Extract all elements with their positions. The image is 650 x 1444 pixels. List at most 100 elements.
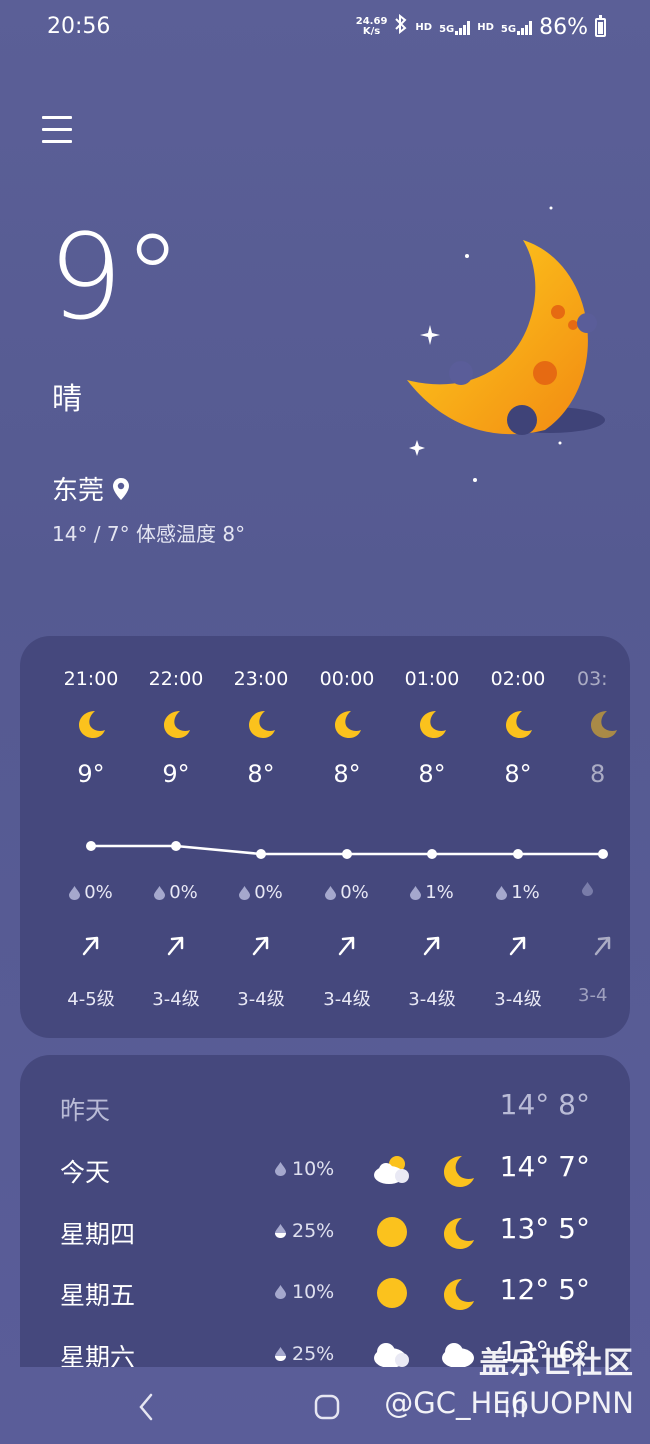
status-time: 20:56 (47, 14, 111, 39)
hourly-time: 23:00 (233, 668, 289, 690)
moon-illustration (407, 206, 605, 482)
sun-icon (377, 1278, 407, 1308)
moon-icon (335, 711, 361, 738)
menu-icon[interactable] (42, 116, 72, 146)
battery-icon (595, 14, 606, 37)
hourly-wind: 3-4级 (408, 989, 456, 1010)
hourly-time: 21:00 (63, 668, 119, 690)
raindrop-icon (496, 885, 508, 900)
hourly-precip (560, 882, 630, 896)
hourly-precip-value: 0% (254, 882, 283, 903)
city-name: 东莞 (52, 476, 105, 506)
hourly-precip: 1% (475, 882, 561, 903)
daily-temps: 14° 7° (499, 1150, 590, 1183)
sim2-signal-icon: 5G (500, 19, 533, 35)
daily-temps: 13° 5° (499, 1212, 590, 1245)
net-speed-unit: K/s (362, 26, 381, 37)
cloud-icon (442, 1343, 474, 1367)
temperature-trend-line (86, 841, 608, 859)
wind-direction-icon (594, 936, 611, 956)
cloud-icon (374, 1343, 409, 1367)
moon-icon (591, 711, 617, 738)
back-icon[interactable] (136, 1392, 156, 1422)
hourly-wind: 4-5级 (67, 989, 115, 1010)
hourly-precip-value: 1% (511, 882, 540, 903)
daily-row[interactable]: 星期四 25% 13° 5° (20, 1207, 630, 1257)
hourly-wind: 3-4 (578, 985, 608, 1006)
daily-temps: 14° 8° (499, 1088, 590, 1121)
sim1-signal-icon: 5G (439, 19, 471, 35)
daily-precip-value: 25% (292, 1343, 335, 1365)
hourly-precip: 0% (218, 882, 304, 903)
daily-row-yesterday[interactable]: 昨天 14° 8° (20, 1083, 630, 1133)
hourly-precip-value: 0% (169, 882, 198, 903)
home-icon[interactable] (314, 1394, 340, 1420)
daily-precip-value: 25% (292, 1220, 335, 1242)
daily-forecast-card[interactable]: 昨天 14° 8° 今天 10% 14° 7° 星期四 25% 13° 5° 星… (20, 1055, 630, 1367)
hd-label-1: HD (415, 21, 433, 33)
hourly-time: 22:00 (148, 668, 204, 690)
net-speed: 24.69 K/s (356, 17, 388, 37)
hourly-time: 01:00 (404, 668, 460, 690)
location-pin-icon (113, 477, 130, 500)
wind-direction-icon (82, 936, 99, 956)
current-condition: 晴 (52, 382, 82, 417)
moon-icon (444, 1279, 474, 1310)
hourly-wind: 3-4级 (237, 989, 285, 1010)
daily-row[interactable]: 星期五 10% 12° 5° (20, 1268, 630, 1318)
raindrop-icon (275, 1162, 286, 1176)
battery-percent: 86% (539, 14, 588, 40)
hourly-precip: 0% (304, 882, 390, 903)
hourly-time: 02:00 (490, 668, 546, 690)
daily-day: 昨天 (60, 1096, 111, 1125)
hourly-precip: 0% (133, 882, 219, 903)
hourly-wind: 3-4级 (494, 989, 542, 1010)
wind-direction-icon (338, 936, 355, 956)
daily-temps: 12° 5° (499, 1273, 590, 1306)
raindrop-icon (239, 885, 251, 900)
hourly-wind: 3-4级 (152, 989, 200, 1010)
raindrop-icon (69, 885, 81, 900)
hourly-forecast-card[interactable]: 21:00 9° 0% 4-5级 22:00 9° 0% 3-4级 23:00 … (20, 636, 630, 1038)
bluetooth-icon (394, 13, 408, 40)
raindrop-icon (325, 885, 337, 900)
hourly-time: 00:00 (319, 668, 375, 690)
daily-day: 星期六 (60, 1343, 136, 1367)
hourly-precip: 1% (389, 882, 475, 903)
hourly-wind: 3-4级 (323, 989, 371, 1010)
moon-icon (444, 1156, 474, 1187)
daily-precip-value: 10% (292, 1158, 335, 1180)
daily-day: 星期五 (60, 1281, 136, 1310)
daily-precip: 25% (275, 1343, 334, 1365)
wind-direction-icon (252, 936, 269, 956)
moon-icon (506, 711, 532, 738)
moon-icon (164, 711, 190, 738)
wind-direction-icon (423, 936, 440, 956)
raindrop-icon (154, 885, 166, 900)
hourly-time: 03: (577, 668, 608, 690)
moon-icon (79, 711, 105, 738)
daily-precip-value: 10% (292, 1281, 335, 1303)
daily-day: 星期四 (60, 1220, 136, 1249)
city-selector[interactable]: 东莞 (52, 470, 130, 507)
sim1-label: 5G (439, 24, 455, 35)
half-raindrop-icon (275, 1347, 286, 1361)
sun-icon (377, 1217, 407, 1247)
hourly-temp: 8 (590, 760, 606, 788)
raindrop-icon (275, 1285, 286, 1299)
raindrop-icon (410, 885, 422, 900)
watermark-username: @GC_HE6UOPNN (384, 1386, 634, 1420)
moon-icon (249, 711, 275, 738)
hourly-precip-value: 0% (84, 882, 113, 903)
watermark-community: 盖乐世社区 (479, 1346, 634, 1381)
hourly-temp: 8° (247, 760, 275, 788)
sim2-label: 5G (500, 24, 517, 35)
hd-label-2: HD (477, 21, 494, 33)
status-icons: 24.69 K/s HD 5G HD 5G 86% (356, 13, 606, 40)
moon-icon (420, 711, 446, 738)
hourly-precip-value: 0% (340, 882, 369, 903)
daily-row-today[interactable]: 今天 10% 14° 7° (20, 1145, 630, 1195)
daily-day: 今天 (60, 1158, 111, 1187)
hourly-precip-value: 1% (425, 882, 454, 903)
temperature-range-feels-like: 14° / 7° 体感温度 8° (52, 522, 246, 546)
